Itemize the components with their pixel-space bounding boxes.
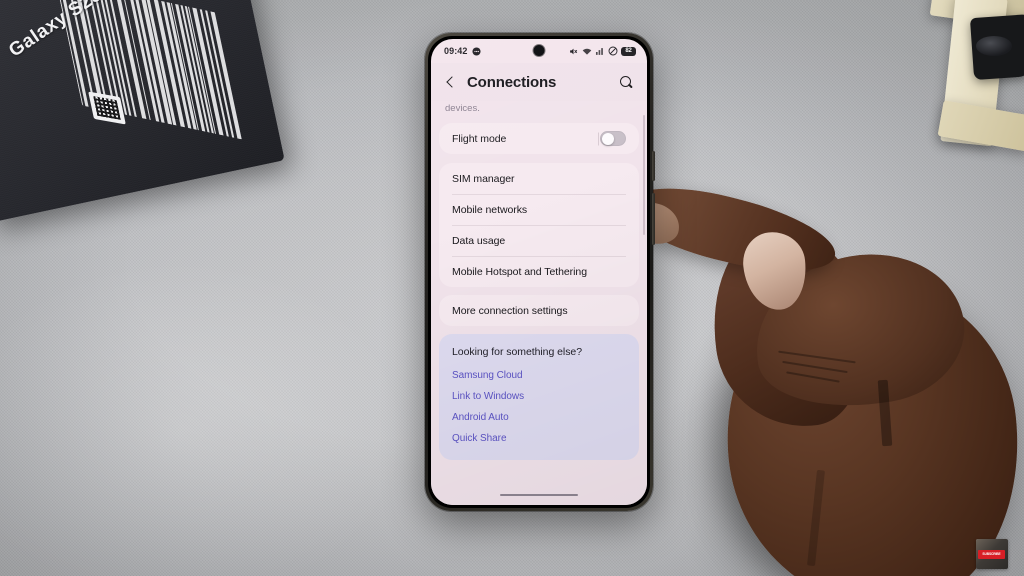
settings-row-label: Mobile Hotspot and Tethering (452, 266, 626, 278)
link-samsung-cloud[interactable]: Samsung Cloud (439, 365, 639, 386)
gesture-nav-bar[interactable] (431, 485, 647, 505)
network-card: SIM manager Mobile networks Data usage M… (439, 163, 639, 287)
front-camera-punchhole (534, 45, 545, 56)
phone-power-button[interactable] (652, 193, 655, 245)
settings-row-flight-mode[interactable]: Flight mode (439, 123, 639, 154)
battery-badge: 82 (621, 47, 636, 56)
settings-row-label: Data usage (452, 235, 626, 247)
looking-for-card: Looking for something else? Samsung Clou… (439, 334, 639, 460)
phone-bezel: 09:42 82 Connections devices. Flight mod… (428, 36, 650, 508)
wifi-icon (582, 47, 592, 56)
signal-icon (595, 47, 604, 56)
status-bar: 09:42 82 (431, 39, 647, 63)
looking-for-title: Looking for something else? (439, 343, 639, 365)
pointing-hand (636, 184, 1024, 576)
section-description-partial: devices. (431, 101, 647, 123)
phone-device: 09:42 82 Connections devices. Flight mod… (425, 33, 653, 511)
link-link-to-windows[interactable]: Link to Windows (439, 386, 639, 407)
settings-row-label: Mobile networks (452, 204, 626, 216)
settings-row-sim-manager[interactable]: SIM manager (439, 163, 639, 194)
flight-mode-card: Flight mode (439, 123, 639, 154)
link-quick-share[interactable]: Quick Share (439, 428, 639, 449)
flight-mode-toggle[interactable] (600, 131, 626, 146)
status-bar-left: 09:42 (444, 46, 481, 56)
settings-row-label: More connection settings (452, 305, 626, 317)
settings-row-more-connection-settings[interactable]: More connection settings (439, 295, 639, 326)
app-header: Connections (431, 63, 647, 101)
do-not-disturb-icon (608, 46, 618, 56)
settings-row-mobile-networks[interactable]: Mobile networks (439, 194, 639, 225)
search-icon[interactable] (618, 74, 634, 90)
settings-scroll-area[interactable]: devices. Flight mode SIM manager Mobile … (431, 101, 647, 485)
gesture-pill-icon (500, 494, 578, 497)
back-chevron-icon[interactable] (444, 75, 458, 89)
settings-row-data-usage[interactable]: Data usage (439, 225, 639, 256)
status-bar-right: 82 (569, 46, 636, 56)
camera-lens-icon (976, 36, 1012, 56)
toggle-knob (602, 133, 614, 145)
mute-icon (569, 47, 578, 56)
link-android-auto[interactable]: Android Auto (439, 407, 639, 428)
page-title: Connections (467, 74, 609, 91)
watermark-text: SUBSCRIBE (979, 550, 1005, 559)
settings-row-label: Flight mode (452, 133, 600, 145)
row-divider (598, 132, 599, 145)
vertical-scrollbar[interactable] (643, 115, 645, 235)
more-settings-card: More connection settings (439, 295, 639, 326)
settings-row-mobile-hotspot[interactable]: Mobile Hotspot and Tethering (439, 256, 639, 287)
scene-background: Galaxy S25 Ultra (0, 0, 1024, 576)
channel-watermark: SUBSCRIBE (976, 539, 1008, 569)
message-bubble-icon (472, 47, 481, 56)
wooden-stand-object (920, 0, 1024, 170)
phone-volume-button[interactable] (652, 151, 655, 181)
status-time: 09:42 (444, 46, 468, 56)
settings-row-label: SIM manager (452, 173, 626, 185)
phone-screen: 09:42 82 Connections devices. Flight mod… (431, 39, 647, 505)
watermark-badge: SUBSCRIBE (978, 550, 1005, 559)
product-box: Galaxy S25 Ultra (0, 0, 292, 244)
